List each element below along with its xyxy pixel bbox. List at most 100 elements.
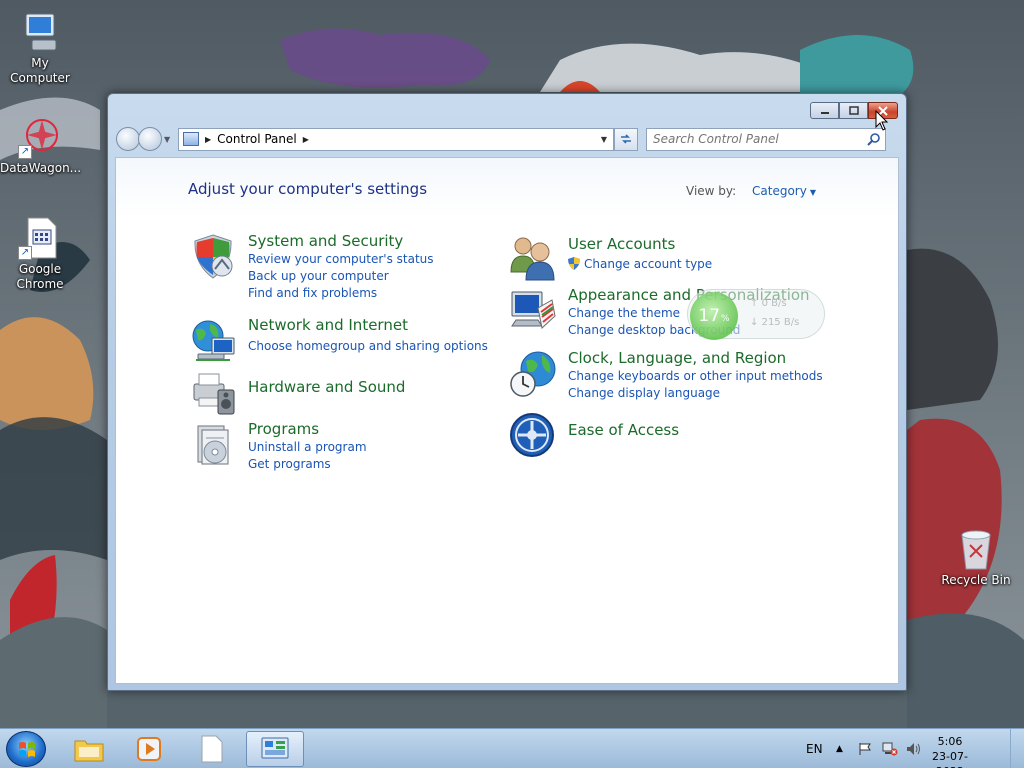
cpu-percent-badge: 17%	[690, 292, 738, 340]
upload-rate: ↑ 0 B/s	[750, 298, 787, 309]
view-by-dropdown[interactable]: Category	[752, 184, 807, 198]
category-title[interactable]: User Accounts	[568, 235, 712, 254]
desktop-icon-label: Google Chrome	[16, 262, 64, 291]
chevron-down-icon[interactable]: ▼	[810, 188, 816, 197]
ease-of-access-icon[interactable]	[508, 411, 558, 461]
change-account-type-link[interactable]: Change account type	[568, 256, 712, 273]
network-speed-widget[interactable]: 17% ↑ 0 B/s ↓ 215 B/s	[687, 289, 825, 340]
maximize-icon	[848, 106, 859, 115]
category-ease-of-access: Ease of Access	[508, 411, 679, 461]
network-status-icon[interactable]	[882, 729, 898, 768]
category-title[interactable]: Network and Internet	[248, 316, 488, 335]
network-globe-icon[interactable]	[188, 316, 238, 366]
desktop-icon-datawagon[interactable]: ↗ DataWagon...	[0, 115, 82, 176]
address-dropdown-icon[interactable]: ▼	[601, 135, 607, 144]
category-system-and-security: System and Security Review your computer…	[188, 232, 434, 302]
flag-icon	[859, 743, 871, 755]
users-icon[interactable]	[508, 232, 558, 282]
category-title[interactable]: Hardware and Sound	[248, 378, 405, 397]
shortcut-arrow-icon: ↗	[18, 145, 32, 159]
breadcrumb-arrow-icon[interactable]: ▶	[205, 135, 211, 144]
media-player-icon	[137, 737, 161, 761]
shield-icon[interactable]	[188, 232, 238, 282]
category-programs: Programs Uninstall a program Get program…	[188, 420, 367, 473]
view-by: View by: Category ▼	[686, 184, 816, 198]
category-title[interactable]: Clock, Language, and Region	[568, 349, 823, 368]
change-display-language-link[interactable]: Change display language	[568, 385, 823, 402]
find-fix-problems-link[interactable]: Find and fix problems	[248, 285, 434, 302]
category-hardware-and-sound: Hardware and Sound	[188, 368, 405, 418]
control-panel-window[interactable]: ▼ ▶ Control Panel ▶ ▼ Adjust your comput…	[107, 93, 907, 691]
view-by-label: View by:	[686, 184, 737, 198]
backup-link[interactable]: Back up your computer	[248, 268, 434, 285]
action-center-icon[interactable]	[858, 729, 872, 768]
computer-icon	[25, 13, 57, 51]
control-panel-icon	[183, 132, 199, 146]
page-heading: Adjust your computer's settings	[188, 180, 428, 198]
content-pane: Adjust your computer's settings View by:…	[115, 157, 899, 684]
show-hidden-icons-button[interactable]: ▲	[836, 729, 843, 768]
down-arrow-icon: ↓	[750, 317, 759, 328]
back-button[interactable]	[116, 127, 140, 151]
start-button[interactable]	[6, 731, 46, 767]
download-value: 215 B/s	[761, 317, 800, 328]
chevron-up-icon: ▲	[836, 744, 843, 754]
breadcrumb-arrow-icon[interactable]: ▶	[303, 135, 309, 144]
desktop-icon-my-computer[interactable]: My Computer	[0, 10, 80, 86]
search-icon[interactable]	[867, 132, 881, 146]
desktop-icon-google-chrome[interactable]: ↗ Google Chrome	[0, 216, 80, 292]
shortcut-arrow-icon: ↗	[18, 246, 32, 260]
printer-speaker-icon[interactable]	[188, 368, 238, 418]
language-indicator[interactable]: EN	[806, 729, 823, 768]
maximize-button[interactable]	[839, 102, 868, 119]
minimize-icon	[820, 111, 829, 114]
taskbar-document[interactable]	[183, 731, 241, 767]
review-status-link[interactable]: Review your computer's status	[248, 251, 434, 268]
forward-button[interactable]	[138, 127, 162, 151]
navigation-bar: ▼ ▶ Control Panel ▶ ▼	[116, 127, 898, 151]
desktop-icon-label: DataWagon...	[0, 161, 82, 175]
percent-sign: %	[721, 314, 730, 324]
clock-date: 23-07-2022	[932, 750, 968, 768]
get-programs-link[interactable]: Get programs	[248, 456, 367, 473]
taskbar-media-player[interactable]	[120, 731, 178, 767]
clock-globe-icon[interactable]	[508, 349, 558, 399]
folder-icon	[74, 740, 104, 762]
taskbar: EN ▲ 5:06 23-07-2022	[0, 728, 1024, 768]
programs-disc-icon[interactable]	[188, 420, 238, 470]
taskbar-file-explorer[interactable]	[60, 731, 118, 767]
show-desktop-button[interactable]	[1010, 729, 1024, 768]
category-title[interactable]: System and Security	[248, 232, 434, 251]
uninstall-program-link[interactable]: Uninstall a program	[248, 439, 367, 456]
minimize-button[interactable]	[810, 102, 839, 119]
language-code: EN	[806, 742, 823, 756]
desktop-icon-label: My Computer	[10, 56, 70, 85]
category-clock-language-region: Clock, Language, and Region Change keybo…	[508, 349, 823, 402]
windows-logo-icon	[19, 742, 35, 757]
change-keyboards-link[interactable]: Change keyboards or other input methods	[568, 368, 823, 385]
recent-pages-dropdown-icon[interactable]: ▼	[164, 135, 174, 144]
network-disconnected-icon	[882, 742, 898, 756]
category-title[interactable]: Programs	[248, 420, 367, 439]
address-bar[interactable]: ▶ Control Panel ▶ ▼	[178, 127, 614, 151]
category-user-accounts: User Accounts Change account type	[508, 232, 712, 282]
search-box[interactable]	[646, 127, 886, 151]
recycle-bin-icon	[961, 530, 991, 570]
up-arrow-icon: ↑	[750, 298, 759, 309]
percent-value: 17	[698, 306, 721, 326]
upload-value: 0 B/s	[761, 298, 787, 309]
link-text: Change account type	[584, 257, 713, 271]
breadcrumb-control-panel[interactable]: Control Panel	[217, 132, 297, 146]
category-network-and-internet: Network and Internet Choose homegroup an…	[188, 316, 488, 366]
homegroup-sharing-link[interactable]: Choose homegroup and sharing options	[248, 338, 488, 355]
desktop-icon-recycle-bin[interactable]: Recycle Bin	[936, 527, 1016, 588]
search-input[interactable]	[653, 132, 867, 146]
category-title[interactable]: Ease of Access	[568, 421, 679, 440]
display-palette-icon[interactable]	[508, 286, 558, 336]
clock-time: 5:06	[937, 735, 963, 748]
refresh-button[interactable]	[614, 127, 638, 151]
taskbar-control-panel[interactable]	[246, 731, 304, 767]
taskbar-clock[interactable]: 5:06 23-07-2022	[920, 734, 980, 768]
control-panel-icon	[261, 737, 289, 759]
desktop-icon-label: Recycle Bin	[941, 573, 1011, 587]
